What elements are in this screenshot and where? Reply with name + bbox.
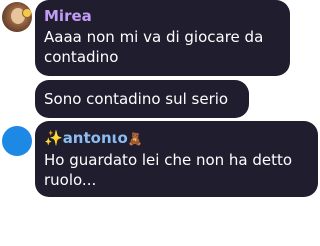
chat-view: Mirea Aaaa non mi va di giocare da conta… — [0, 0, 320, 246]
author-name[interactable]: Mirea — [44, 7, 290, 25]
teddy-bear-icon: 🧸 — [127, 132, 143, 146]
user-avatar-antonio[interactable] — [2, 126, 32, 156]
message-text: Ho guardato lei che non ha detto ruolo..… — [44, 151, 293, 189]
message-bubble[interactable]: ✨antonιo🧸 Ho guardato lei che non ha det… — [35, 121, 318, 197]
user-avatar-mirea[interactable] — [2, 2, 32, 32]
message-text: Sono contadino sul serio — [44, 90, 229, 108]
author-name[interactable]: ✨antonιo🧸 — [44, 129, 318, 148]
author-name-text: antonιo — [62, 129, 128, 147]
message-bubble[interactable]: Sono contadino sul serio — [35, 80, 249, 118]
sparkle-icon: ✨ — [44, 129, 63, 147]
message-bubble[interactable]: Mirea Aaaa non mi va di giocare da conta… — [35, 0, 290, 76]
message-text: Aaaa non mi va di giocare da contadino — [44, 28, 264, 66]
smiley-badge-icon — [22, 8, 32, 18]
